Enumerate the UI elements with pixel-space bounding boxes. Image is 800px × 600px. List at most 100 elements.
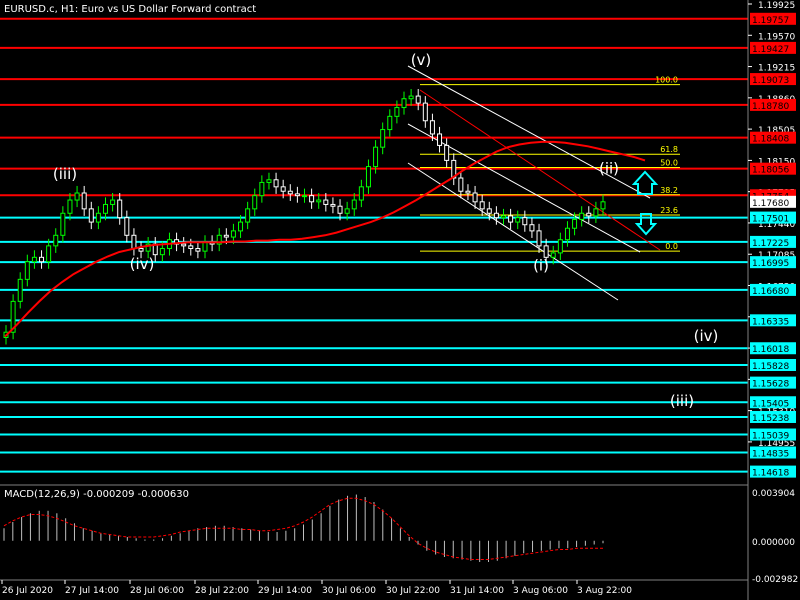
resistance-level-label: 1.18780 xyxy=(752,102,789,112)
candle-body xyxy=(159,248,165,256)
candle-body xyxy=(60,212,66,236)
resistance-level-label: 1.18408 xyxy=(752,135,789,145)
wave-label: (i) xyxy=(533,257,549,275)
wave-label: (iv) xyxy=(130,255,155,273)
candle-body xyxy=(387,115,393,131)
resistance-level-label: 1.19757 xyxy=(752,16,789,26)
time-tick-label: 30 Jul 22:00 xyxy=(386,586,440,596)
candle-body xyxy=(337,205,343,214)
chart-title: EURUSD.c, H1: Euro vs US Dollar Forward … xyxy=(4,4,256,15)
candle-body xyxy=(501,215,506,219)
candle-body xyxy=(245,208,251,223)
candle-body xyxy=(131,234,137,250)
candle-body xyxy=(230,230,236,238)
support-level-label: 1.15039 xyxy=(752,432,789,442)
candle-body xyxy=(472,192,478,203)
candle-body xyxy=(429,120,435,135)
candle-body xyxy=(579,212,585,220)
candle-body xyxy=(344,208,350,214)
candle-body xyxy=(259,181,265,197)
candle-body xyxy=(508,215,514,223)
candle-body xyxy=(408,95,414,100)
support-level-label: 1.15628 xyxy=(752,380,789,390)
candle-body xyxy=(522,217,528,226)
candle-body xyxy=(564,227,570,241)
candle-body xyxy=(88,208,94,223)
candle-body xyxy=(74,192,80,201)
time-tick-label: 29 Jul 14:00 xyxy=(258,586,312,596)
candle-body xyxy=(550,252,556,258)
wave-label: (iii) xyxy=(670,392,694,410)
candle-body xyxy=(39,256,45,263)
support-level-label: 1.16335 xyxy=(752,317,789,327)
support-level-label: 1.17501 xyxy=(752,215,789,225)
candle-body xyxy=(465,190,471,194)
macd-tick-label: -0.002982 xyxy=(752,575,798,585)
resistance-level-label: 1.19073 xyxy=(752,76,789,86)
candle-body xyxy=(479,201,485,210)
candle-body xyxy=(437,133,443,146)
candle-body xyxy=(302,195,307,198)
candle-body xyxy=(24,261,30,280)
candle-body xyxy=(316,199,322,203)
candle-body xyxy=(238,221,244,232)
macd-tick-label: 0.000000 xyxy=(752,538,795,548)
time-tick-label: 28 Jul 06:00 xyxy=(130,586,184,596)
price-tick-label: 1.19215 xyxy=(758,64,795,74)
candle-body xyxy=(202,241,208,252)
price-tick-label: 1.19570 xyxy=(758,32,795,42)
candle-body xyxy=(46,245,52,263)
candle-body xyxy=(188,245,194,250)
candle-body xyxy=(536,230,542,247)
time-tick-label: 3 Aug 06:00 xyxy=(513,586,568,596)
candle-body xyxy=(415,95,421,104)
fib-label: 23.6 xyxy=(660,206,678,215)
candle-body xyxy=(593,208,599,217)
candle-body xyxy=(557,239,563,254)
candle-body xyxy=(515,217,521,223)
support-level-label: 1.17225 xyxy=(752,239,789,249)
fib-label: 38.2 xyxy=(660,186,678,195)
candle-body xyxy=(294,193,300,197)
candle-body xyxy=(53,234,59,247)
candle-body xyxy=(252,195,258,210)
chart-background xyxy=(0,0,800,600)
candle-body xyxy=(103,203,108,214)
fib-label: 100.0 xyxy=(655,76,678,85)
candle-body xyxy=(110,199,116,205)
candle-body xyxy=(273,179,279,188)
price-chart[interactable]: 100.0 61.8 50.0 38.2 23.6 0.0 (iii) (iv) (v) (i)… xyxy=(0,0,800,600)
candle-body xyxy=(365,166,371,188)
time-tick-label: 28 Jul 22:00 xyxy=(195,586,249,596)
support-level-label: 1.16018 xyxy=(752,345,789,355)
price-tick-label: 1.19925 xyxy=(758,1,795,11)
candle-body xyxy=(572,218,578,229)
candle-body xyxy=(67,199,73,214)
candle-body xyxy=(394,107,400,117)
support-level-label: 1.15405 xyxy=(752,399,789,409)
candle-body xyxy=(223,234,229,238)
candle-body xyxy=(266,179,272,183)
resistance-level-label: 1.19427 xyxy=(752,45,789,55)
time-tick-label: 3 Aug 22:00 xyxy=(577,586,632,596)
wave-label: (v) xyxy=(411,51,432,69)
wave-label: (iii) xyxy=(53,165,77,183)
candle-body xyxy=(181,243,187,247)
candle-body xyxy=(17,278,23,302)
time-tick-label: 27 Jul 14:00 xyxy=(65,586,119,596)
support-level-label: 1.15828 xyxy=(752,362,789,372)
resistance-level-label: 1.18056 xyxy=(752,166,789,176)
current-price-label: 1.17680 xyxy=(752,199,789,209)
candle-body xyxy=(330,203,336,207)
fib-label: 50.0 xyxy=(660,158,678,167)
fib-label: 61.8 xyxy=(660,145,678,154)
candle-body xyxy=(280,186,286,192)
candle-body xyxy=(458,177,464,192)
level-price-tags: 1.19757 1.19427 1.19073 1.18780 1.18408 1.180… xyxy=(750,12,796,479)
support-level-label: 1.16680 xyxy=(752,287,789,297)
candle-body xyxy=(323,199,329,205)
candle-body xyxy=(351,199,357,210)
candle-body xyxy=(117,199,123,219)
candle-body xyxy=(373,146,379,168)
candle-body xyxy=(380,129,386,148)
